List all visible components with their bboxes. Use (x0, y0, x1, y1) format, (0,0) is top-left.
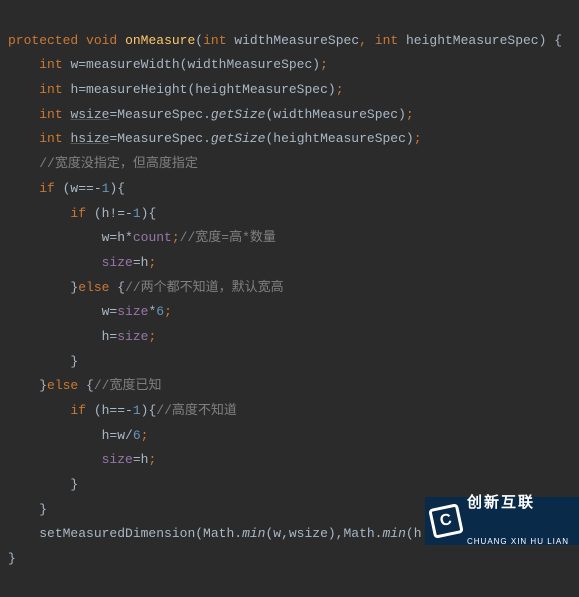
kw-void: void (86, 33, 117, 48)
type-int: int (375, 33, 398, 48)
assign-w: w=measureWidth(widthMeasureSpec) (70, 57, 320, 72)
getSize: getSize (211, 107, 266, 122)
cond: (h!=- (86, 206, 133, 221)
paren-close: ) { (539, 33, 562, 48)
semi: ; (141, 428, 149, 443)
semi: ; (148, 255, 156, 270)
brace: } (70, 354, 78, 369)
semi: ; (148, 452, 156, 467)
semi: ; (414, 131, 422, 146)
assign: h= (102, 329, 118, 344)
min: min (242, 526, 265, 541)
brace: } (70, 477, 78, 492)
kw-protected: protected (8, 33, 78, 48)
field-size: size (102, 452, 133, 467)
assign: =h (133, 255, 149, 270)
num: 1 (133, 403, 141, 418)
watermark: C 创新互联 CHUANG XIN HU LIAN (425, 497, 579, 545)
type-int: int (39, 131, 62, 146)
semi: ; (406, 107, 414, 122)
param-width: widthMeasureSpec (234, 33, 359, 48)
var-hsize: hsize (70, 131, 109, 146)
semi: ; (336, 82, 344, 97)
kw-if: if (70, 206, 86, 221)
kw-else: else (78, 280, 109, 295)
comment: //高度不知道 (156, 403, 237, 418)
type-int: int (39, 107, 62, 122)
type-int: int (39, 57, 62, 72)
semi: ; (164, 304, 172, 319)
num: 1 (133, 206, 141, 221)
code-block: protected void onMeasure(int widthMeasur… (0, 0, 579, 545)
call: setMeasuredDimension(Math. (39, 526, 242, 541)
param-height: heightMeasureSpec (406, 33, 539, 48)
args: (h (406, 526, 422, 541)
assign-h: h=measureHeight(heightMeasureSpec) (70, 82, 335, 97)
method-name: onMeasure (125, 33, 195, 48)
comment: //宽度没指定，但高度指定 (39, 156, 198, 171)
args: (widthMeasureSpec) (265, 107, 405, 122)
brace: } (39, 502, 47, 517)
kw-if: if (39, 181, 55, 196)
cond: (w==- (55, 181, 102, 196)
watermark-subtitle: CHUANG XIN HU LIAN (467, 538, 569, 547)
semi: ; (172, 230, 180, 245)
var-wsize: wsize (70, 107, 109, 122)
kw-if: if (70, 403, 86, 418)
cond: (h==- (86, 403, 133, 418)
brace: ){ (141, 403, 157, 418)
watermark-logo-icon: C (428, 503, 464, 539)
type-int: int (203, 33, 226, 48)
eq: =MeasureSpec. (109, 107, 210, 122)
field-count: count (133, 230, 172, 245)
field-size: size (117, 329, 148, 344)
assign: w= (102, 304, 118, 319)
comment: //宽度=高*数量 (180, 230, 276, 245)
brace: ){ (109, 181, 125, 196)
assign: =h (133, 452, 149, 467)
field-size: size (117, 304, 148, 319)
comment: //两个都不知道，默认宽高 (125, 280, 284, 295)
paren: ( (195, 33, 203, 48)
comma: , (359, 33, 367, 48)
brace: } (39, 378, 47, 393)
field-size: size (102, 255, 133, 270)
semi: ; (320, 57, 328, 72)
brace: ){ (141, 206, 157, 221)
args: (w,wsize),Math. (265, 526, 382, 541)
assign: h=w/ (102, 428, 133, 443)
brace: { (78, 378, 94, 393)
kw-else: else (47, 378, 78, 393)
getSize: getSize (211, 131, 266, 146)
semi: ; (148, 329, 156, 344)
args: (heightMeasureSpec) (265, 131, 413, 146)
min: min (383, 526, 406, 541)
brace: { (109, 280, 125, 295)
comment: //宽度已知 (94, 378, 162, 393)
assign: w=h* (102, 230, 133, 245)
num: 6 (133, 428, 141, 443)
type-int: int (39, 82, 62, 97)
eq: =MeasureSpec. (109, 131, 210, 146)
num: 6 (156, 304, 164, 319)
watermark-title: 创新互联 (467, 495, 569, 512)
brace: } (8, 551, 16, 566)
